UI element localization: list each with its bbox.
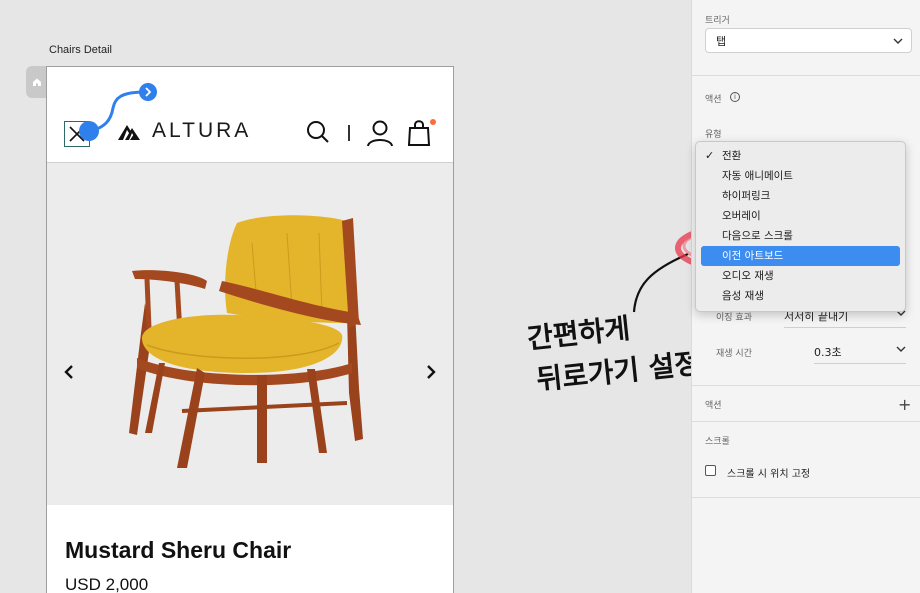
menu-item-label: 전환 bbox=[722, 150, 742, 162]
chair-image bbox=[129, 215, 363, 468]
chevron-left-icon[interactable] bbox=[63, 363, 75, 381]
menu-item-previous-artboard[interactable]: 이전 아트보드 bbox=[701, 246, 900, 266]
scroll-section-label: 스크롤 bbox=[705, 437, 730, 447]
product-price: USD 2,000 bbox=[65, 575, 149, 593]
menu-item-label: 오디오 재생 bbox=[722, 270, 774, 282]
trigger-value: 탭 bbox=[716, 34, 727, 48]
section-divider bbox=[692, 385, 920, 386]
section-divider bbox=[692, 497, 920, 498]
action-label: 액션 bbox=[705, 95, 722, 105]
header-divider bbox=[348, 125, 350, 141]
bag-icon[interactable] bbox=[407, 119, 433, 147]
trigger-select[interactable]: 탭 bbox=[705, 28, 912, 53]
user-icon[interactable] bbox=[366, 119, 394, 147]
menu-item-transition[interactable]: ✓ 전환 bbox=[701, 146, 900, 166]
action-type-menu[interactable]: ✓ 전환 자동 애니메이트 하이퍼링크 오버레이 다음으로 스크롤 이전 아트보… bbox=[695, 141, 906, 312]
info-icon[interactable]: i bbox=[730, 92, 740, 102]
type-label: 유형 bbox=[705, 130, 722, 140]
logo-text: ALTURA bbox=[152, 119, 252, 142]
menu-item-label: 이전 아트보드 bbox=[722, 250, 784, 262]
menu-item-speech-playback[interactable]: 음성 재생 bbox=[701, 286, 900, 306]
plus-icon[interactable]: + bbox=[898, 395, 911, 414]
chevron-down-icon bbox=[896, 346, 906, 352]
menu-item-scroll-to[interactable]: 다음으로 스크롤 bbox=[701, 226, 900, 246]
home-artboard-tab[interactable] bbox=[26, 66, 47, 98]
product-name: Mustard Sheru Chair bbox=[65, 537, 292, 563]
search-icon[interactable] bbox=[305, 119, 331, 145]
artboard-title[interactable]: Chairs Detail bbox=[49, 44, 112, 56]
duration-value: 0.3초 bbox=[814, 346, 842, 359]
section-divider bbox=[692, 75, 920, 76]
scroll-fixed-label: 스크롤 시 위치 고정 bbox=[727, 469, 811, 480]
menu-item-hyperlink[interactable]: 하이퍼링크 bbox=[701, 186, 900, 206]
menu-item-label: 오버레이 bbox=[722, 210, 761, 222]
menu-item-label: 자동 애니메이트 bbox=[722, 170, 793, 182]
menu-item-label: 하이퍼링크 bbox=[722, 190, 771, 202]
duration-label: 재생 시간 bbox=[716, 349, 752, 359]
menu-item-label: 다음으로 스크롤 bbox=[722, 230, 793, 242]
actions-section-label: 액션 bbox=[705, 401, 722, 411]
duration-select[interactable]: 0.3초 bbox=[814, 344, 906, 364]
menu-item-label: 음성 재생 bbox=[722, 290, 764, 302]
prototype-connector[interactable] bbox=[75, 78, 165, 148]
home-icon bbox=[32, 78, 41, 86]
scroll-fixed-checkbox[interactable] bbox=[705, 465, 716, 476]
section-divider bbox=[692, 421, 920, 422]
cart-badge bbox=[430, 119, 436, 125]
menu-item-audio-playback[interactable]: 오디오 재생 bbox=[701, 266, 900, 286]
checkmark-icon: ✓ bbox=[705, 149, 715, 162]
product-image bbox=[47, 163, 453, 505]
trigger-label: 트리거 bbox=[705, 16, 730, 26]
chevron-down-icon bbox=[893, 38, 903, 44]
menu-item-auto-animate[interactable]: 자동 애니메이트 bbox=[701, 166, 900, 186]
menu-item-overlay[interactable]: 오버레이 bbox=[701, 206, 900, 226]
chevron-right-icon[interactable] bbox=[425, 363, 437, 381]
